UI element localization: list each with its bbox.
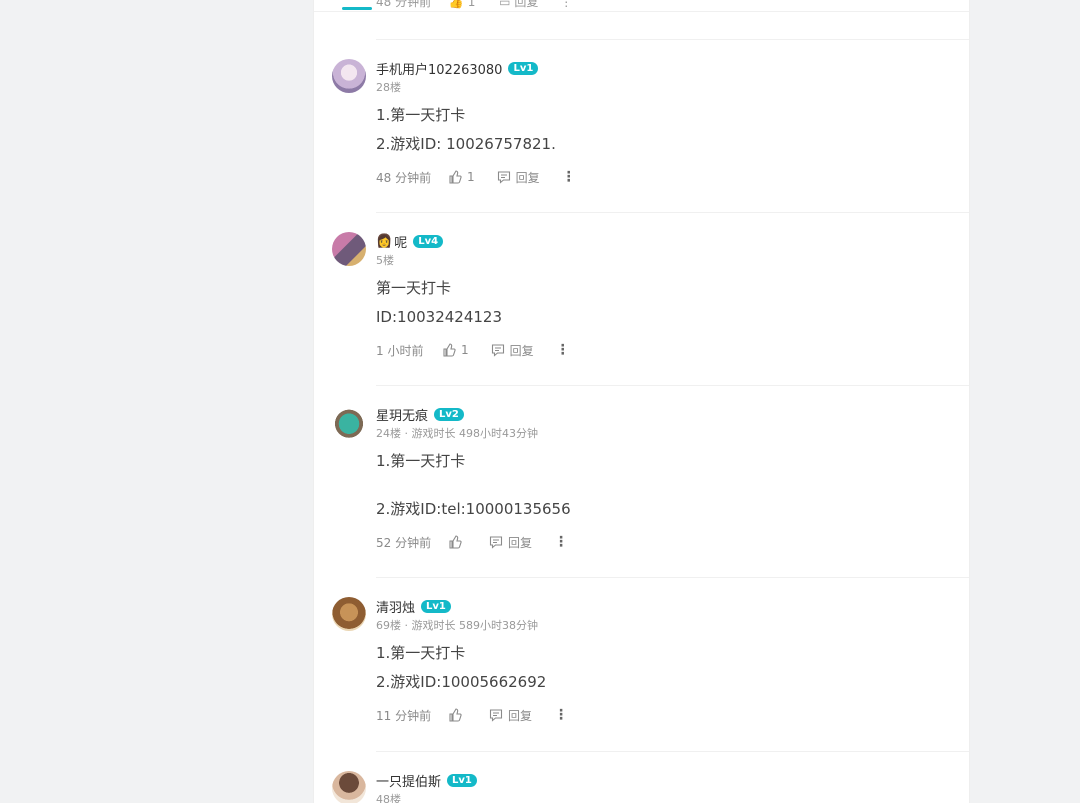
divider xyxy=(376,39,969,40)
accent-bar xyxy=(342,7,372,10)
comment-icon xyxy=(489,709,503,722)
comment-time: 52 分钟前 xyxy=(376,535,432,550)
like-button[interactable]: 1 xyxy=(448,170,475,184)
divider xyxy=(376,212,969,213)
reply-button[interactable]: 回复 xyxy=(497,169,540,186)
floor-info: 5楼 xyxy=(376,254,394,267)
like-button[interactable] xyxy=(448,535,467,549)
thumb-up-icon xyxy=(443,343,456,357)
more-button[interactable]: ⋮ xyxy=(554,534,569,550)
comment-text: 1.第一天打卡 2.游戏ID:tel:10000135656 xyxy=(376,447,949,524)
more-button[interactable]: ⋮ xyxy=(562,169,577,185)
floor-info: 69楼 · 游戏时长 589小时38分钟 xyxy=(376,619,538,632)
comment-text: 1.第一天打卡 2.游戏ID:10005662692 xyxy=(376,639,949,697)
comment-panel: 48 分钟前 👍 1 ▭ 回复 ⋮ 手机用户102263080 Lv1 28楼 … xyxy=(313,0,970,803)
user-name[interactable]: 星玥无痕 xyxy=(376,405,428,424)
user-name[interactable]: 呢 xyxy=(394,232,407,251)
avatar[interactable] xyxy=(332,59,366,93)
reply-label: 回复 xyxy=(514,0,539,9)
comment-icon xyxy=(497,171,510,184)
girl-emoji-icon: 👩 xyxy=(376,233,393,249)
reply-label: 回复 xyxy=(508,535,533,550)
comment-time: 11 分钟前 xyxy=(376,708,432,723)
more-button[interactable]: ⋮ xyxy=(554,707,569,723)
reply-label: 回复 xyxy=(515,170,540,185)
previous-comment-actions: 48 分钟前 👍 1 ▭ 回复 ⋮ xyxy=(376,0,572,10)
previous-comment-fragment: 48 分钟前 👍 1 ▭ 回复 ⋮ xyxy=(314,0,969,40)
comment-line: 1.第一天打卡 xyxy=(376,452,466,470)
comment-line: 第一天打卡 xyxy=(376,279,452,297)
like-button[interactable] xyxy=(448,708,467,722)
comment-time: 48 分钟前 xyxy=(376,0,432,9)
comment-line: 2.游戏ID:10005662692 xyxy=(376,673,547,691)
divider xyxy=(314,11,969,12)
user-name[interactable]: 一只提伯斯 xyxy=(376,771,441,790)
avatar[interactable] xyxy=(332,597,366,631)
like-count: 1 xyxy=(467,170,475,184)
level-badge: Lv2 xyxy=(434,407,464,421)
like-count: 1 xyxy=(467,0,476,9)
floor-info: 24楼 · 游戏时长 498小时43分钟 xyxy=(376,427,538,440)
thumb-up-icon xyxy=(449,708,462,722)
reply-button[interactable]: 回复 xyxy=(489,534,532,551)
thumb-up-icon: 👍 xyxy=(448,0,464,9)
divider xyxy=(376,751,969,752)
thumb-up-icon xyxy=(449,170,462,184)
comment-time: 48 分钟前 xyxy=(376,170,432,185)
avatar[interactable] xyxy=(332,405,366,439)
user-name[interactable]: 清羽烛 xyxy=(376,597,415,616)
avatar[interactable] xyxy=(332,232,366,266)
comment-actions: 11 分钟前 回复 ⋮ xyxy=(376,705,949,725)
like-button[interactable]: 👍 1 xyxy=(449,0,479,9)
reply-label: 回复 xyxy=(509,343,534,358)
floor-info: 48楼 xyxy=(376,793,401,803)
comment-text: 1.第一天打卡 2.游戏ID: 10026757821. xyxy=(376,101,949,159)
level-badge: Lv1 xyxy=(447,773,477,787)
comment-icon xyxy=(491,344,504,357)
comment-actions: 48 分钟前 1 回复 ⋮ xyxy=(376,167,949,187)
reply-label: 回复 xyxy=(508,708,533,723)
comment-time: 1 小时前 xyxy=(376,343,424,358)
comment-actions: 1 小时前 1 回复 ⋮ xyxy=(376,340,949,360)
comment-actions: 52 分钟前 回复 ⋮ xyxy=(376,532,949,552)
comment-line: ID:10032424123 xyxy=(376,308,503,326)
reply-button[interactable]: 回复 xyxy=(491,342,534,359)
divider xyxy=(376,385,969,386)
comment-line: 2.游戏ID: 10026757821. xyxy=(376,135,556,153)
divider xyxy=(376,577,969,578)
comment-line xyxy=(376,476,949,495)
level-badge: Lv4 xyxy=(413,234,444,248)
comment-line: 2.游戏ID:tel:10000135656 xyxy=(376,500,571,518)
comment-line: 1.第一天打卡 xyxy=(376,644,466,662)
floor-info: 28楼 xyxy=(376,81,401,94)
reply-button[interactable]: 回复 xyxy=(489,707,532,724)
level-badge: Lv1 xyxy=(421,599,451,613)
like-button[interactable]: 1 xyxy=(442,343,469,357)
more-button[interactable]: ⋮ xyxy=(560,0,572,9)
avatar[interactable] xyxy=(332,771,366,803)
comment-line: 1.第一天打卡 xyxy=(376,106,466,124)
comment-icon: ▭ xyxy=(499,0,511,9)
like-count: 1 xyxy=(461,343,469,357)
user-name[interactable]: 手机用户102263080 xyxy=(376,59,502,78)
more-button[interactable]: ⋮ xyxy=(556,342,571,358)
reply-button[interactable]: ▭ 回复 xyxy=(499,0,542,9)
thumb-up-icon xyxy=(449,535,462,549)
comment-text: 第一天打卡 ID:10032424123 xyxy=(376,274,949,332)
level-badge: Lv1 xyxy=(508,61,539,75)
comment-icon xyxy=(489,536,503,549)
